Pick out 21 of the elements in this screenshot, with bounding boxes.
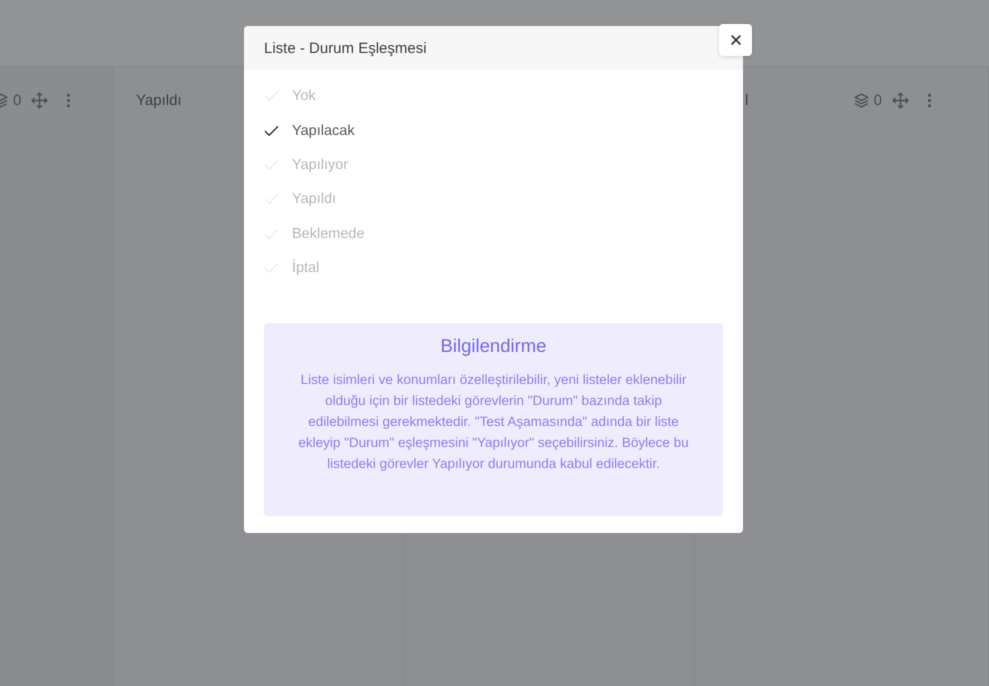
status-option[interactable]: İptal	[264, 250, 723, 286]
status-option[interactable]: Beklemede	[264, 216, 723, 251]
info-title: Bilgilendirme	[440, 335, 548, 358]
more-icon[interactable]	[927, 92, 932, 108]
move-icon[interactable]	[31, 92, 48, 108]
close-button[interactable]	[719, 24, 752, 56]
card-count: 0	[13, 92, 22, 108]
status-option[interactable]: Yapılıyor	[264, 148, 723, 182]
check-icon	[264, 124, 279, 137]
status-option[interactable]: Yapıldı	[264, 182, 723, 217]
column-title: l	[745, 92, 748, 108]
move-icon[interactable]	[892, 92, 909, 108]
card-count: 0	[874, 92, 882, 108]
status-option[interactable]: Yok	[264, 79, 723, 114]
more-icon[interactable]	[66, 92, 72, 108]
dialog-title: Liste - Durum Eşleşmesi	[264, 40, 427, 56]
status-option[interactable]: Yapılacak	[264, 113, 723, 148]
column-title: Yapıldı	[136, 92, 182, 108]
info-text: Liste isimleri ve konumları özelleştirilebilir, yeni listeler eklenebilir olduğu için bir listedeki görevlerin "Durum" bazında takip edilebilmesi gerekmektedir. "Test Aşamasında" adında bir liste ekleyip "Durum" eşleşmesini "Yapılıyor" seçebilirsiniz. Böylece bu listedeki görevler Yapılıyor durumunda kabul edilecektir.	[297, 371, 690, 474]
close-icon	[730, 35, 740, 45]
layers-icon	[852, 92, 870, 108]
